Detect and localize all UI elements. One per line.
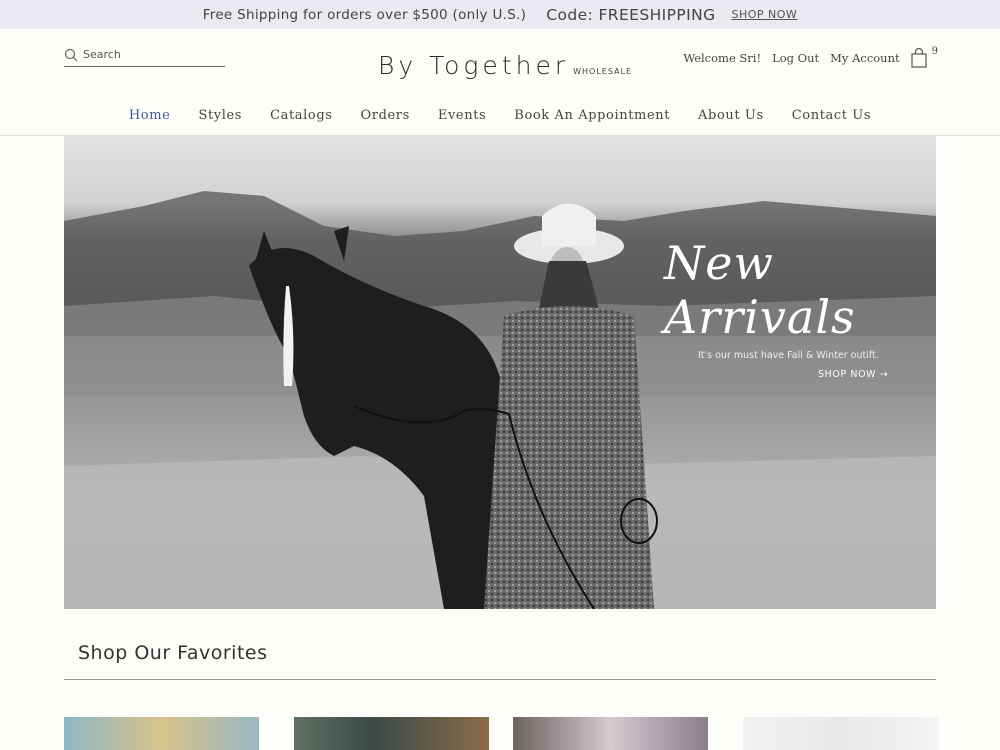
promo-text: Free Shipping for orders over $500 (only… — [202, 6, 527, 23]
nav-events[interactable]: Events — [438, 108, 486, 135]
nav-catalogs[interactable]: Catalogs — [270, 108, 332, 135]
product-card-image[interactable] — [513, 717, 708, 750]
hero-text-block: New Arrivals It's our must have Fall & W… — [664, 236, 924, 380]
logout-link[interactable]: Log Out — [772, 51, 819, 65]
product-card-image[interactable] — [64, 717, 259, 750]
shopping-bag-icon — [911, 48, 927, 68]
hero-title: New Arrivals — [664, 236, 856, 344]
nav-contact-us[interactable]: Contact Us — [792, 108, 871, 135]
logo-sub: WHOLESALE — [573, 67, 633, 76]
logo-main: By Together — [378, 51, 570, 80]
nav-home[interactable]: Home — [129, 108, 171, 135]
nav-styles[interactable]: Styles — [198, 108, 242, 135]
search-input[interactable] — [83, 48, 213, 61]
hero-shop-now-link[interactable]: SHOP NOW → — [664, 369, 924, 380]
nav-orders[interactable]: Orders — [361, 108, 410, 135]
logo[interactable]: By Together WHOLESALE — [378, 51, 632, 80]
welcome-text: Welcome Sri! — [683, 51, 762, 65]
favorites-divider — [64, 679, 936, 680]
favorites-title: Shop Our Favorites — [78, 642, 268, 664]
search-field[interactable] — [64, 43, 225, 67]
my-account-link[interactable]: My Account — [830, 51, 899, 65]
nav-about-us[interactable]: About Us — [698, 108, 764, 135]
promo-shop-now-link[interactable]: SHOP NOW — [732, 8, 798, 21]
cart-count: 9 — [931, 46, 938, 57]
cart-button[interactable]: 9 — [911, 46, 938, 68]
hero-banner[interactable]: New Arrivals It's our must have Fall & W… — [64, 136, 936, 609]
nav-book-appointment[interactable]: Book An Appointment — [514, 108, 670, 135]
hero-subtitle: It's our must have Fall & Winter outift. — [698, 350, 879, 361]
promo-bar: Free Shipping for orders over $500 (only… — [0, 0, 1000, 29]
product-card-image[interactable] — [743, 717, 938, 750]
account-links: Welcome Sri! Log Out My Account 9 — [683, 46, 938, 68]
search-icon — [64, 48, 78, 61]
main-nav: Home Styles Catalogs Orders Events Book … — [0, 108, 1000, 136]
product-card-image[interactable] — [294, 717, 489, 750]
promo-code: Code: FREESHIPPING — [546, 5, 716, 24]
